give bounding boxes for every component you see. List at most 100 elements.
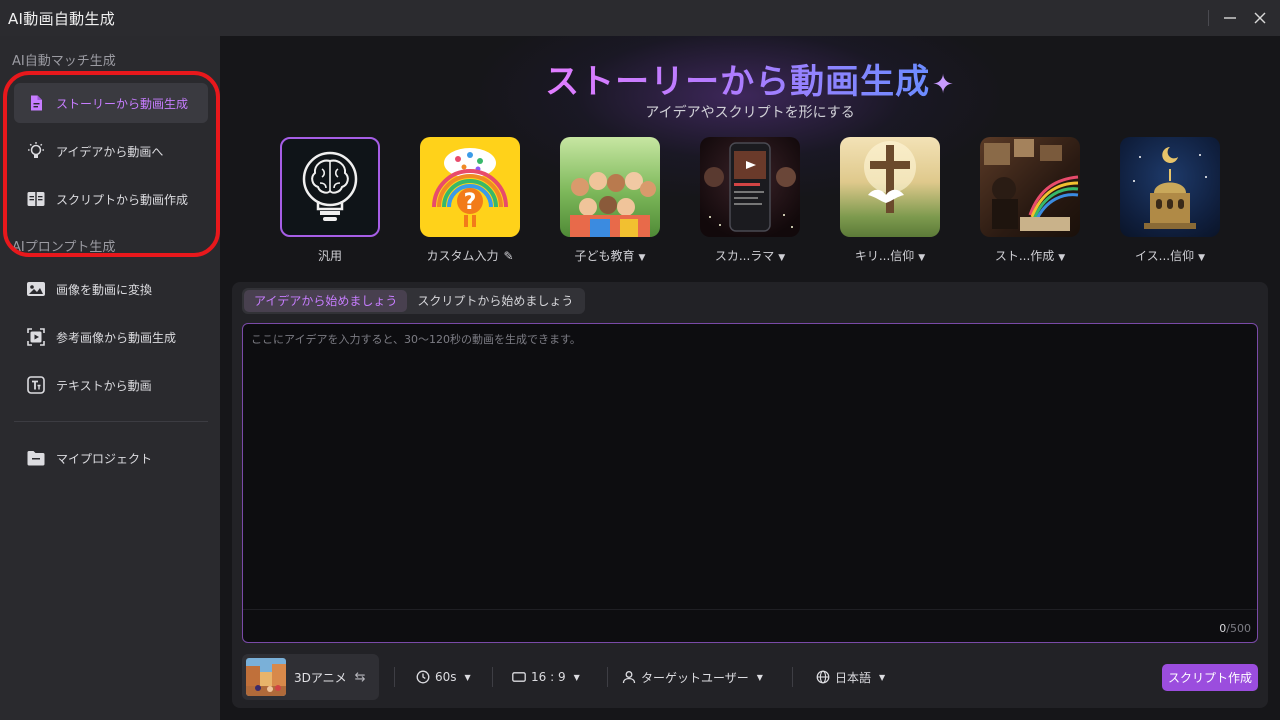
template-label: スト...作成 ▼ — [994, 249, 1066, 263]
sidebar-item-label: アイデアから動画へ — [56, 144, 164, 159]
sidebar-item-reference-image-to-video[interactable]: 参考画像から動画生成 — [14, 317, 208, 357]
chevron-down-icon[interactable]: ▼ — [639, 253, 646, 263]
swap-icon: ⇆ — [354, 669, 366, 685]
toolbar-divider — [607, 667, 608, 687]
svg-text:?: ? — [464, 190, 477, 215]
template-card-general[interactable]: 汎用 — [280, 137, 380, 264]
template-label: カスタム入力 ✎ — [426, 249, 514, 263]
template-thumb-christian-faith — [840, 137, 940, 237]
toolbar-divider — [792, 667, 793, 687]
input-mode-tabs: アイデアから始めましょう スクリプトから始めましょう — [242, 288, 586, 314]
editor-panel: アイデアから始めましょう スクリプトから始めましょう ここにアイデアを入力すると… — [232, 282, 1268, 708]
close-button[interactable] — [1248, 6, 1272, 30]
window-title: AI動画自動生成 — [8, 9, 116, 28]
page-subtitle: アイデアやスクリプトを形にする — [645, 105, 855, 121]
folder-icon — [26, 448, 46, 468]
edit-pencil-icon[interactable]: ✎ — [503, 249, 513, 263]
sidebar-item-label: 画像を動画に変換 — [56, 282, 153, 297]
chevron-down-icon[interactable]: ▼ — [1058, 253, 1065, 263]
template-thumb-story-creation — [980, 137, 1080, 237]
globe-icon — [816, 670, 830, 684]
generation-toolbar: 3Dアニメ ⇆ 60s ▼ 16 : 9 ▼ ターゲットユーザー ▼ 日本語 ▼… — [242, 654, 1258, 700]
template-label: イス...信仰 ▼ — [1134, 249, 1205, 263]
brain-bulb-icon — [302, 151, 358, 221]
writer-rainbow-icon — [984, 139, 1079, 231]
user-icon — [622, 671, 636, 684]
sidebar-item-my-projects[interactable]: マイプロジェクト — [14, 438, 208, 478]
mosque-crescent-icon — [1133, 147, 1207, 229]
duration-value: 60s — [435, 670, 457, 684]
sidebar-item-story-to-video[interactable]: ストーリーから動画生成 — [14, 83, 208, 123]
chevron-down-icon[interactable]: ▼ — [918, 253, 925, 263]
template-thumb-islamic-faith — [1120, 137, 1220, 237]
style-label: 3Dアニメ — [294, 670, 347, 685]
template-thumb-kids-education — [560, 137, 660, 237]
minimize-button[interactable] — [1218, 6, 1242, 30]
aspect-ratio-value: 16 : 9 — [531, 670, 566, 684]
sidebar-item-label: テキストから動画 — [56, 378, 152, 393]
template-thumb-short-drama — [700, 137, 800, 237]
chevron-down-icon: ▼ — [464, 672, 471, 682]
sidebar-item-label: 参考画像から動画生成 — [56, 330, 177, 345]
idea-input[interactable]: ここにアイデアを入力すると、30〜120秒の動画を生成できます。 0/500 — [242, 323, 1258, 643]
sidebar: AI自動マッチ生成 ストーリーから動画生成 アイデアから動画へ スクリプトから動… — [0, 36, 220, 720]
title-bar-divider — [1208, 10, 1209, 26]
chevron-down-icon[interactable]: ▼ — [778, 253, 785, 263]
text-icon — [26, 375, 46, 395]
close-icon — [1254, 12, 1266, 24]
idea-input-placeholder: ここにアイデアを入力すると、30〜120秒の動画を生成できます。 — [251, 333, 581, 346]
chevron-down-icon[interactable]: ▼ — [1198, 253, 1205, 263]
phone-drama-icon — [704, 142, 796, 232]
template-label: キリ...信仰 ▼ — [854, 249, 926, 263]
minimize-icon — [1224, 17, 1236, 19]
template-label: スカ...ラマ ▼ — [714, 249, 786, 263]
template-thumb-general — [280, 137, 380, 237]
language-value: 日本語 — [835, 670, 872, 685]
character-counter: 0/500 — [1219, 622, 1251, 635]
play-frame-icon — [26, 327, 46, 347]
chevron-down-icon: ▼ — [756, 672, 763, 682]
sidebar-item-script-to-video[interactable]: スクリプトから動画作成 — [14, 179, 208, 219]
template-thumb-custom: ? — [420, 137, 520, 237]
sidebar-item-label: ストーリーから動画生成 — [56, 96, 189, 111]
idea-question-icon: ? — [432, 148, 508, 227]
template-card-story-creation[interactable]: スト...作成 ▼ — [980, 137, 1080, 264]
aspect-ratio-dropdown[interactable]: 16 : 9 ▼ — [512, 667, 580, 687]
create-script-button[interactable]: スクリプト作成 — [1162, 664, 1258, 691]
language-dropdown[interactable]: 日本語 ▼ — [816, 667, 885, 687]
sidebar-group-title-auto-match: AI自動マッチ生成 — [12, 54, 116, 69]
sidebar-divider — [14, 421, 208, 422]
target-audience-dropdown[interactable]: ターゲットユーザー ▼ — [622, 667, 763, 687]
chevron-down-icon: ▼ — [573, 672, 580, 682]
template-card-short-drama[interactable]: スカ...ラマ ▼ — [700, 137, 800, 264]
magic-wand-icon: ✦ — [932, 70, 955, 100]
main-area: ストーリーから動画生成✦ アイデアやスクリプトを形にする 汎用 ? カスタム入力… — [220, 36, 1280, 720]
template-card-custom[interactable]: ? カスタム入力 ✎ — [420, 137, 520, 264]
sidebar-item-image-to-video[interactable]: 画像を動画に変換 — [14, 269, 208, 309]
aspect-ratio-icon — [512, 672, 526, 682]
template-label: 汎用 — [317, 249, 342, 263]
book-icon — [26, 189, 46, 209]
image-icon — [26, 279, 46, 299]
toolbar-divider — [394, 667, 395, 687]
chevron-down-icon: ▼ — [879, 672, 886, 682]
document-icon — [26, 93, 46, 113]
sidebar-item-idea-to-video[interactable]: アイデアから動画へ — [14, 131, 208, 171]
sidebar-item-text-to-video[interactable]: テキストから動画 — [14, 365, 208, 405]
template-card-islamic-faith[interactable]: イス...信仰 ▼ — [1120, 137, 1220, 264]
lightbulb-icon — [26, 141, 46, 161]
template-label: 子ども教育 ▼ — [574, 249, 646, 263]
duration-dropdown[interactable]: 60s ▼ — [416, 667, 471, 687]
tab-start-from-script[interactable]: スクリプトから始めましょう — [407, 290, 583, 312]
children-illustration-icon — [570, 172, 656, 237]
template-gallery: 汎用 ? カスタム入力 ✎ 子ども教育 ▼ スカ...ラマ ▼ キリ...信仰 … — [280, 137, 1220, 267]
target-audience-value: ターゲットユーザー — [641, 670, 749, 685]
tab-start-from-idea[interactable]: アイデアから始めましょう — [244, 290, 408, 312]
template-card-christian-faith[interactable]: キリ...信仰 ▼ — [840, 137, 940, 264]
clock-icon — [416, 670, 430, 684]
input-footer-divider — [243, 609, 1257, 610]
title-bar: AI動画自動生成 — [0, 0, 1280, 36]
template-card-kids-education[interactable]: 子ども教育 ▼ — [560, 137, 660, 264]
style-selector[interactable]: 3Dアニメ ⇆ — [242, 654, 379, 700]
toolbar-divider — [492, 667, 493, 687]
